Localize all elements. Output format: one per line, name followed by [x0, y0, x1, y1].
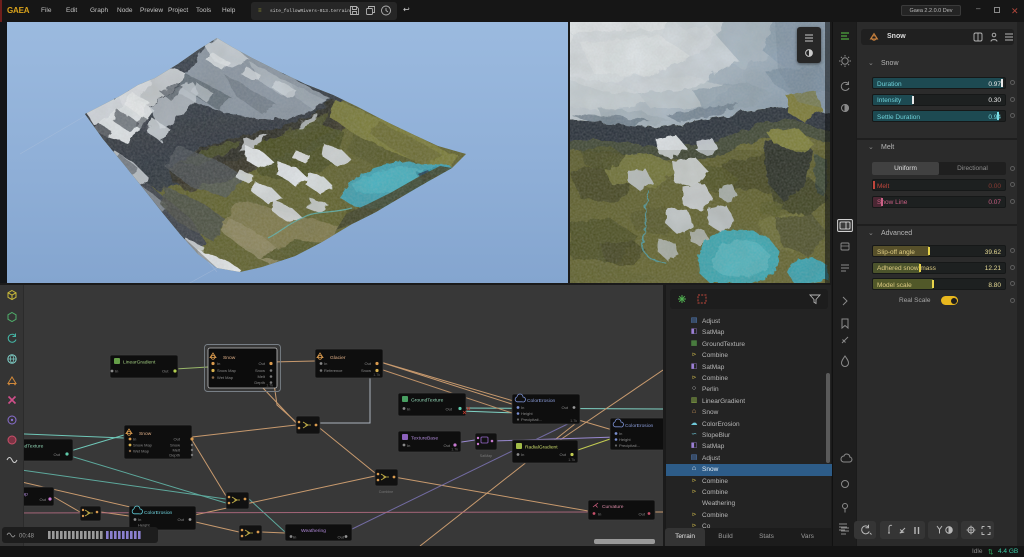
svg-text:Snow Map: Snow Map: [217, 368, 237, 373]
svg-text:In: In: [598, 512, 601, 517]
svg-text:Depth: Depth: [169, 453, 180, 458]
svg-text:1.7k: 1.7k: [568, 458, 575, 462]
svg-text:Out: Out: [562, 405, 569, 410]
svg-text:Melt: Melt: [257, 374, 265, 379]
svg-text:Out: Out: [259, 361, 266, 366]
svg-text:Wet Map: Wet Map: [133, 449, 150, 454]
svg-text:Out: Out: [639, 512, 646, 517]
svg-text:Snow: Snow: [255, 368, 265, 373]
svg-text:1.7k: 1.7k: [570, 419, 577, 423]
svg-text:Out: Out: [178, 517, 185, 522]
svg-text:1.7k: 1.7k: [451, 448, 458, 452]
svg-text:RadialGradient: RadialGradient: [525, 445, 558, 451]
svg-text:Snow: Snow: [139, 431, 152, 437]
svg-text:ColorErosion: ColorErosion: [625, 423, 654, 429]
svg-text:Glacier: Glacier: [330, 355, 346, 361]
svg-text:In: In: [521, 452, 524, 457]
svg-text:LinearGradient: LinearGradient: [123, 360, 156, 366]
svg-text:Out: Out: [444, 443, 451, 448]
svg-text:Out: Out: [365, 361, 372, 366]
svg-text:Out: Out: [338, 535, 345, 540]
svg-text:00:48: 00:48: [19, 534, 35, 540]
svg-text:SatMap: SatMap: [480, 454, 492, 458]
svg-text:Height: Height: [619, 437, 631, 442]
svg-text:In: In: [521, 405, 524, 410]
svg-text:Weathering: Weathering: [301, 528, 326, 534]
svg-text:In: In: [133, 437, 136, 442]
svg-text:Depth: Depth: [254, 380, 265, 385]
svg-text:In: In: [619, 431, 622, 436]
svg-text:Precipitati...: Precipitati...: [619, 443, 640, 448]
svg-text:In: In: [293, 535, 296, 540]
svg-text:Snow: Snow: [361, 368, 371, 373]
svg-text:TextureBase: TextureBase: [411, 436, 438, 442]
svg-text:1.7k: 1.7k: [266, 384, 273, 388]
svg-text:Snow Map: Snow Map: [133, 443, 153, 448]
svg-text:Curvature: Curvature: [602, 504, 624, 510]
svg-text:Out: Out: [174, 437, 181, 442]
svg-text:Reference: Reference: [324, 368, 343, 373]
svg-text:In: In: [407, 407, 410, 412]
svg-text:In: In: [324, 361, 327, 366]
svg-text:In: In: [217, 361, 220, 366]
svg-text:Combine: Combine: [379, 490, 393, 494]
svg-text:Snow: Snow: [223, 355, 236, 361]
svg-text:Out: Out: [54, 452, 61, 457]
svg-text:1.7k: 1.7k: [373, 373, 380, 377]
svg-text:Height: Height: [521, 411, 533, 416]
svg-text:In: In: [407, 443, 410, 448]
svg-text:Out: Out: [446, 407, 453, 412]
svg-text:Out: Out: [40, 497, 47, 502]
svg-text:Precipitati...: Precipitati...: [521, 417, 542, 422]
svg-text:Wet Map: Wet Map: [217, 375, 234, 380]
svg-text:ColorErosion: ColorErosion: [527, 398, 556, 404]
svg-text:Out: Out: [560, 452, 567, 457]
svg-text:ColorErosion: ColorErosion: [144, 510, 173, 516]
svg-text:Out: Out: [162, 369, 169, 374]
svg-text:In: In: [115, 369, 118, 374]
svg-text:GroundTexture: GroundTexture: [411, 398, 444, 404]
svg-text:In: In: [138, 517, 141, 522]
